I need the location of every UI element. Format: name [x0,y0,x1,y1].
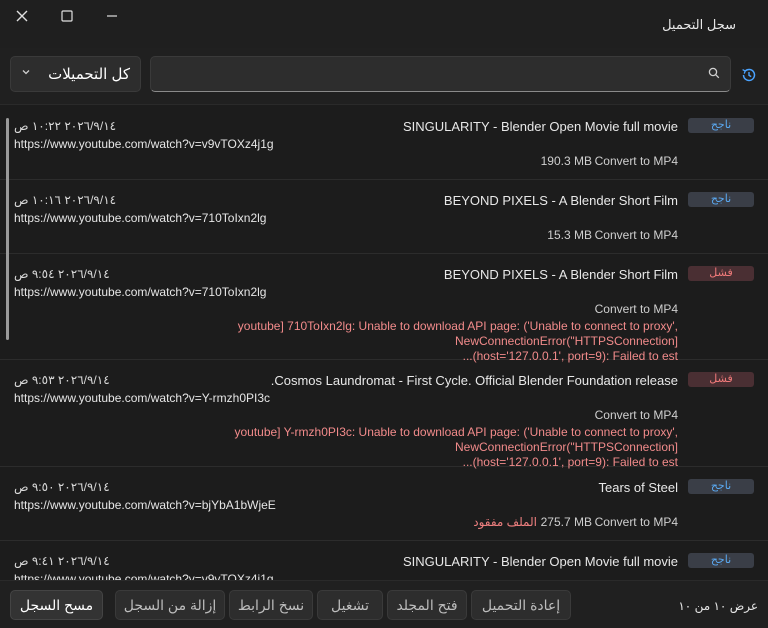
open-folder-button[interactable]: فتح المجلد [387,590,467,620]
item-action: Convert to MP4 [594,154,678,168]
item-count: عرض ١٠ من ١٠ [678,599,758,613]
copy-link-button[interactable]: نسخ الرابط [229,590,313,620]
status-badge: ناجح [688,479,754,494]
item-date: ٢٠٢٦/٩/١٤ ٩:٥٣ ص [14,373,110,387]
close-icon[interactable] [5,6,39,26]
item-url: https://www.youtube.com/watch?v=v9vTOXz4… [14,137,274,151]
window-title: سجل التحميل [662,17,736,32]
item-title: Tears of Steel [598,480,679,495]
toolbar: كل التحميلات [0,48,768,98]
item-date: ٢٠٢٦/٩/١٤ ٩:٤١ ص [14,554,110,568]
item-error-line: youtube] 710ToIxn2lg: Unable to download… [237,319,678,348]
item-url: https://www.youtube.com/watch?v=bjYbA1bW… [14,498,276,512]
status-badge: ناجح [688,192,754,207]
search-input[interactable] [157,61,701,89]
remove-from-log-button[interactable]: إزالة من السجل [115,590,225,620]
play-button[interactable]: تشغيل [317,590,383,620]
item-date: ٢٠٢٦/٩/١٤ ١٠:١٦ ص [14,193,117,207]
search-icon [708,67,722,81]
item-url: https://www.youtube.com/watch?v=Y-rmzh0P… [14,391,271,405]
item-error: youtube] Y-rmzh0PI3c: Unable to download… [38,425,678,470]
download-history-list[interactable]: ناجح SINGULARITY - Blender Open Movie fu… [0,104,768,580]
status-badge: فشل [688,372,754,387]
list-item[interactable]: فشل .Cosmos Laundromat - First Cycle. Of… [0,359,768,470]
filter-dropdown-label: كل التحميلات [48,66,130,83]
item-title: SINGULARITY - Blender Open Movie full mo… [402,554,678,569]
item-title: BEYOND PIXELS - A Blender Short Film [443,267,678,282]
item-action: Convert to MP4 [594,228,678,242]
item-url: https://www.youtube.com/watch?v=v9vTOXz4… [14,572,274,580]
file-missing-label: الملف مفقود [473,515,537,529]
item-size: 275.7 MB [540,515,592,529]
item-action: Convert to MP4 [594,408,678,422]
chevron-down-icon [21,66,31,80]
list-item[interactable]: ناجح Tears of Steel ٢٠٢٦/٩/١٤ ٩:٥٠ ص htt… [0,466,768,541]
clear-log-button[interactable]: مسح السجل [10,590,103,620]
scrollbar[interactable] [6,118,9,340]
status-badge: فشل [688,266,754,281]
item-url: https://www.youtube.com/watch?v=710ToIxn… [14,211,267,225]
item-date: ٢٠٢٦/٩/١٤ ٩:٥٠ ص [14,480,110,494]
item-size: 190.3 MB [540,154,592,168]
item-error: youtube] 710ToIxn2lg: Unable to download… [38,319,678,364]
redownload-button[interactable]: إعادة التحميل [471,590,571,620]
list-item[interactable]: فشل BEYOND PIXELS - A Blender Short Film… [0,253,768,363]
item-title: BEYOND PIXELS - A Blender Short Film [443,193,678,208]
maximize-icon[interactable] [50,6,84,26]
item-url: https://www.youtube.com/watch?v=710ToIxn… [14,285,267,299]
list-item[interactable]: ناجح BEYOND PIXELS - A Blender Short Fil… [0,179,768,254]
list-item[interactable]: ناجح SINGULARITY - Blender Open Movie fu… [0,105,768,180]
title-bar: سجل التحميل [0,0,768,48]
item-date: ٢٠٢٦/٩/١٤ ١٠:٢٢ ص [14,119,117,133]
item-action: Convert to MP4 [594,515,678,529]
list-item[interactable]: ناجح SINGULARITY - Blender Open Movie fu… [0,540,768,580]
minimize-icon[interactable] [95,6,129,26]
status-badge: ناجح [688,118,754,133]
item-size: 15.3 MB [547,228,592,242]
history-icon[interactable] [740,66,758,84]
search-box[interactable] [150,56,731,92]
item-title: SINGULARITY - Blender Open Movie full mo… [402,119,678,134]
filter-dropdown[interactable]: كل التحميلات [10,56,141,92]
item-date: ٢٠٢٦/٩/١٤ ٩:٥٤ ص [14,267,110,281]
action-bar: مسح السجل إزالة من السجل نسخ الرابط تشغي… [0,580,768,628]
item-title: .Cosmos Laundromat - First Cycle. Offici… [270,373,678,388]
status-badge: ناجح [688,553,754,568]
item-error-line: youtube] Y-rmzh0PI3c: Unable to download… [234,425,678,454]
item-action: Convert to MP4 [594,302,678,316]
